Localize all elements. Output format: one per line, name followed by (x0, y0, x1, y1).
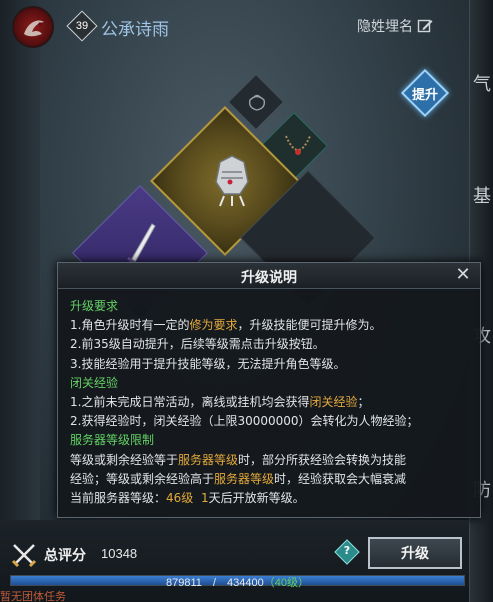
section-title-seclusion: 闭关经验 (70, 375, 119, 390)
side-tab-1[interactable]: 气 (473, 70, 491, 96)
side-tab-2[interactable]: 基 (473, 182, 491, 208)
requirement-line-3: 3.技能经验用于提升技能等级，无法提升角色等级。 (70, 356, 346, 371)
experience-levels: （40级） (263, 577, 310, 589)
crossed-swords-icon (11, 544, 37, 568)
server-limit-line-1: 等级或剩余经验等于服务器等级时，部分所获经验会转换为技能 (70, 452, 407, 467)
requirement-line-1: 1.角色升级时有一定的修为要求，升级技能便可提升修为。 (70, 318, 382, 333)
hide-name-button[interactable]: 隐姓埋名 (357, 16, 433, 36)
requirement-line-2: 2.前35级自动提升，后续等级需点击升级按钮。 (70, 337, 325, 352)
seclusion-line-2: 2.获得经验时，闭关经验（上限30000000）会转化为人物经验； (70, 414, 419, 429)
seclusion-line-1: 1.之前未完成日常活动，离线或挂机均会获得闭关经验； (70, 395, 370, 410)
edit-icon (417, 19, 433, 33)
faction-emblem-icon (12, 6, 54, 48)
sword-icon (127, 223, 156, 266)
days-until-next-level: 1 (200, 491, 209, 506)
helmet-icon (215, 155, 249, 207)
tooltip-title-bar: 升级说明 ✕ (58, 263, 480, 289)
left-edge-panel (0, 0, 40, 602)
upgrade-button[interactable]: 升级 (368, 537, 462, 569)
level-number: 39 (75, 20, 89, 32)
cut-off-link[interactable]: 暂无团体任务 (0, 588, 160, 602)
cultivation-requirement-link: 修为要求 (189, 318, 238, 333)
character-header: 39 公承诗雨 隐姓埋名 (0, 0, 469, 50)
total-score-value: 10348 (101, 546, 138, 561)
upgrade-info-tooltip: 升级说明 ✕ 升级要求 1.角色升级时有一定的修为要求，升级技能便可提升修为。 … (57, 262, 481, 518)
seclusion-exp-highlight: 闭关经验 (309, 395, 358, 410)
hide-name-label: 隐姓埋名 (357, 19, 413, 35)
help-icon[interactable]: ? (338, 544, 356, 557)
close-icon[interactable]: ✕ (454, 266, 472, 284)
server-limit-line-2: 经验；等级或剩余经验高于服务器等级时，经验获取会大幅衰减 (70, 471, 407, 486)
section-title-requirements: 升级要求 (70, 299, 119, 313)
section-title-server-limit: 服务器等级限制 (70, 433, 155, 448)
tooltip-body: 升级要求 1.角色升级时有一定的修为要求，升级技能便可提升修为。 2.前35级自… (70, 297, 472, 508)
bag-icon (248, 94, 266, 111)
lift-button-label[interactable]: 提升 (405, 84, 445, 103)
server-level-line: 当前服务器等级：46级 1天后开放新等级。 (70, 491, 305, 506)
player-name: 公承诗雨 (101, 20, 169, 40)
total-score-label: 总评分 (44, 548, 86, 564)
server-level-value: 46级 (166, 491, 194, 506)
tooltip-title: 升级说明 (241, 270, 297, 286)
necklace-icon (285, 135, 311, 155)
